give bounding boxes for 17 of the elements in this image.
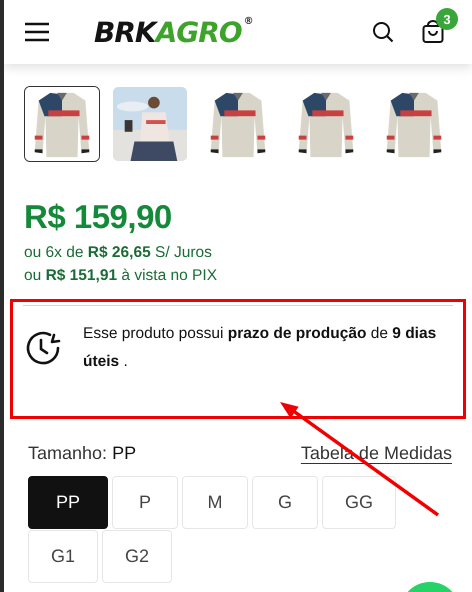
installment-text: ou 6x de R$ 26,65 S/ Juros (24, 244, 213, 262)
product-price: R$ 159,90 (24, 198, 173, 236)
size-option[interactable]: G (252, 476, 318, 529)
size-option[interactable]: GG (322, 476, 396, 529)
production-time-text: Esse produto possui prazo de produção de 9 dias úteis . (83, 324, 438, 372)
pix-price-text: ou R$ 151,91 à vista no PIX (24, 267, 218, 285)
size-option[interactable]: G1 (28, 530, 98, 583)
menu-icon[interactable] (24, 22, 50, 42)
logo[interactable]: BRKAGRO® (94, 16, 253, 48)
size-option[interactable]: PP (28, 476, 108, 529)
size-option[interactable]: M (182, 476, 248, 529)
cart-count-badge: 3 (436, 8, 458, 30)
size-option[interactable]: P (112, 476, 178, 529)
size-label: Tamanho: PP (28, 443, 136, 464)
search-icon[interactable] (372, 21, 394, 43)
shopping-bag-icon[interactable] (422, 20, 444, 44)
size-option[interactable]: G2 (102, 530, 172, 583)
